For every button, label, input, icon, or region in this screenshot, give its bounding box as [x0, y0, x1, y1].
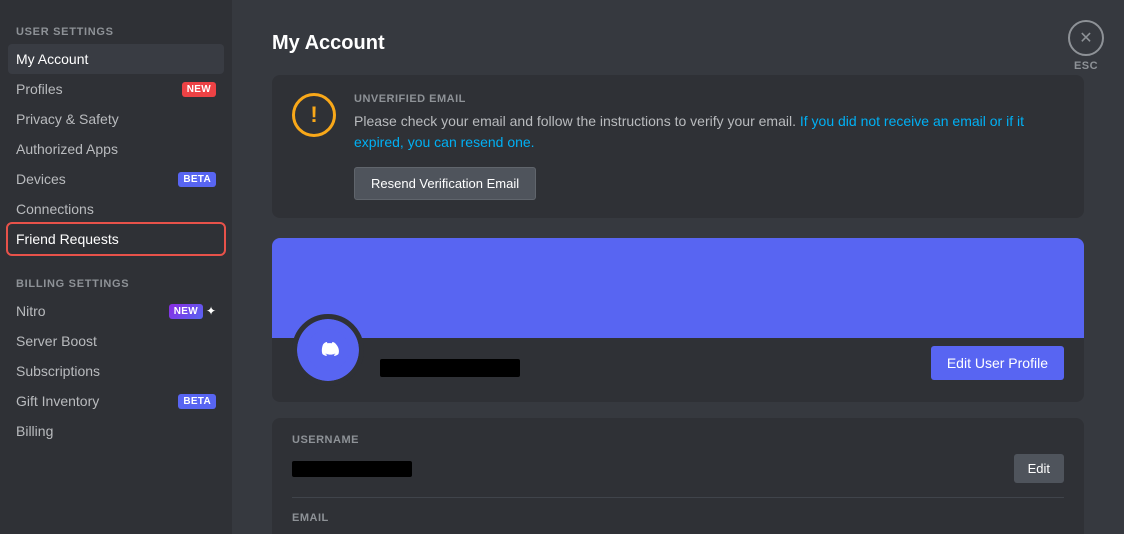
- sidebar-item-gift-inventory[interactable]: Gift Inventory BETA: [8, 386, 224, 416]
- username-row: Edit: [292, 454, 1064, 483]
- sidebar-item-devices[interactable]: Devices BETA: [8, 164, 224, 194]
- username-redacted-value: [380, 359, 520, 377]
- sidebar-item-label: Subscriptions: [16, 363, 100, 379]
- sidebar-item-server-boost[interactable]: Server Boost: [8, 326, 224, 356]
- sidebar-item-billing[interactable]: Billing: [8, 416, 224, 446]
- sidebar-item-label: Connections: [16, 201, 94, 217]
- sidebar-item-label: Gift Inventory: [16, 393, 99, 409]
- sidebar-item-label: Authorized Apps: [16, 141, 118, 157]
- close-icon[interactable]: ✕: [1068, 20, 1104, 56]
- sidebar-item-my-account[interactable]: My Account: [8, 44, 224, 74]
- nitro-badge-wrap: NEW ✦: [169, 304, 216, 319]
- sidebar-item-authorized-apps[interactable]: Authorized Apps: [8, 134, 224, 164]
- user-settings-section-label: User Settings: [8, 20, 224, 42]
- username-label: USERNAME: [292, 434, 1064, 446]
- nitro-new-badge: NEW: [169, 304, 203, 319]
- profiles-new-badge: NEW: [182, 82, 216, 97]
- sidebar: User Settings My Account Profiles NEW Pr…: [0, 0, 232, 534]
- resend-verification-email-button[interactable]: Resend Verification Email: [354, 167, 536, 200]
- username-edit-button[interactable]: Edit: [1014, 454, 1064, 483]
- esc-label: ESC: [1074, 60, 1098, 72]
- email-banner-title: UNVERIFIED EMAIL: [354, 93, 1064, 105]
- email-label: EMAIL: [292, 512, 1064, 524]
- sidebar-item-friend-requests[interactable]: Friend Requests: [8, 224, 224, 254]
- sidebar-item-privacy-safety[interactable]: Privacy & Safety: [8, 104, 224, 134]
- main-content: My Account ! UNVERIFIED EMAIL Please che…: [232, 0, 1124, 534]
- billing-settings-section-label: Billing Settings: [8, 272, 224, 294]
- sidebar-item-label: Profiles: [16, 81, 63, 97]
- profile-banner: [272, 238, 1084, 338]
- field-section: USERNAME Edit EMAIL: [272, 418, 1084, 534]
- email-banner-content: UNVERIFIED EMAIL Please check your email…: [354, 93, 1064, 200]
- sidebar-item-connections[interactable]: Connections: [8, 194, 224, 224]
- sparkle-icon: ✦: [206, 304, 216, 318]
- devices-beta-badge: BETA: [178, 172, 216, 187]
- edit-user-profile-button[interactable]: Edit User Profile: [931, 346, 1064, 380]
- sidebar-item-label: Server Boost: [16, 333, 97, 349]
- sidebar-item-label: Nitro: [16, 303, 46, 319]
- gift-inventory-beta-badge: BETA: [178, 394, 216, 409]
- username-display: [380, 359, 915, 377]
- profile-card: Edit User Profile: [272, 238, 1084, 402]
- sidebar-item-profiles[interactable]: Profiles NEW: [8, 74, 224, 104]
- email-banner-text-part1: Please check your email and follow the i…: [354, 113, 796, 129]
- avatar: [292, 314, 364, 386]
- unverified-email-banner: ! UNVERIFIED EMAIL Please check your ema…: [272, 75, 1084, 218]
- field-divider: [292, 497, 1064, 498]
- sidebar-item-nitro[interactable]: Nitro NEW ✦: [8, 296, 224, 326]
- page-title: My Account: [272, 32, 1084, 55]
- sidebar-item-subscriptions[interactable]: Subscriptions: [8, 356, 224, 386]
- warning-icon-wrap: !: [292, 93, 336, 137]
- email-banner-text: Please check your email and follow the i…: [354, 111, 1064, 153]
- username-value-redacted: [292, 461, 412, 477]
- sidebar-item-label: Privacy & Safety: [16, 111, 119, 127]
- sidebar-item-label: Friend Requests: [16, 231, 119, 247]
- warning-icon: !: [292, 93, 336, 137]
- sidebar-item-label: My Account: [16, 51, 88, 67]
- sidebar-item-label: Billing: [16, 423, 53, 439]
- profile-info-row: Edit User Profile: [272, 338, 1084, 402]
- esc-button[interactable]: ✕ ESC: [1068, 20, 1104, 72]
- avatar-icon: [297, 319, 359, 381]
- sidebar-item-label: Devices: [16, 171, 66, 187]
